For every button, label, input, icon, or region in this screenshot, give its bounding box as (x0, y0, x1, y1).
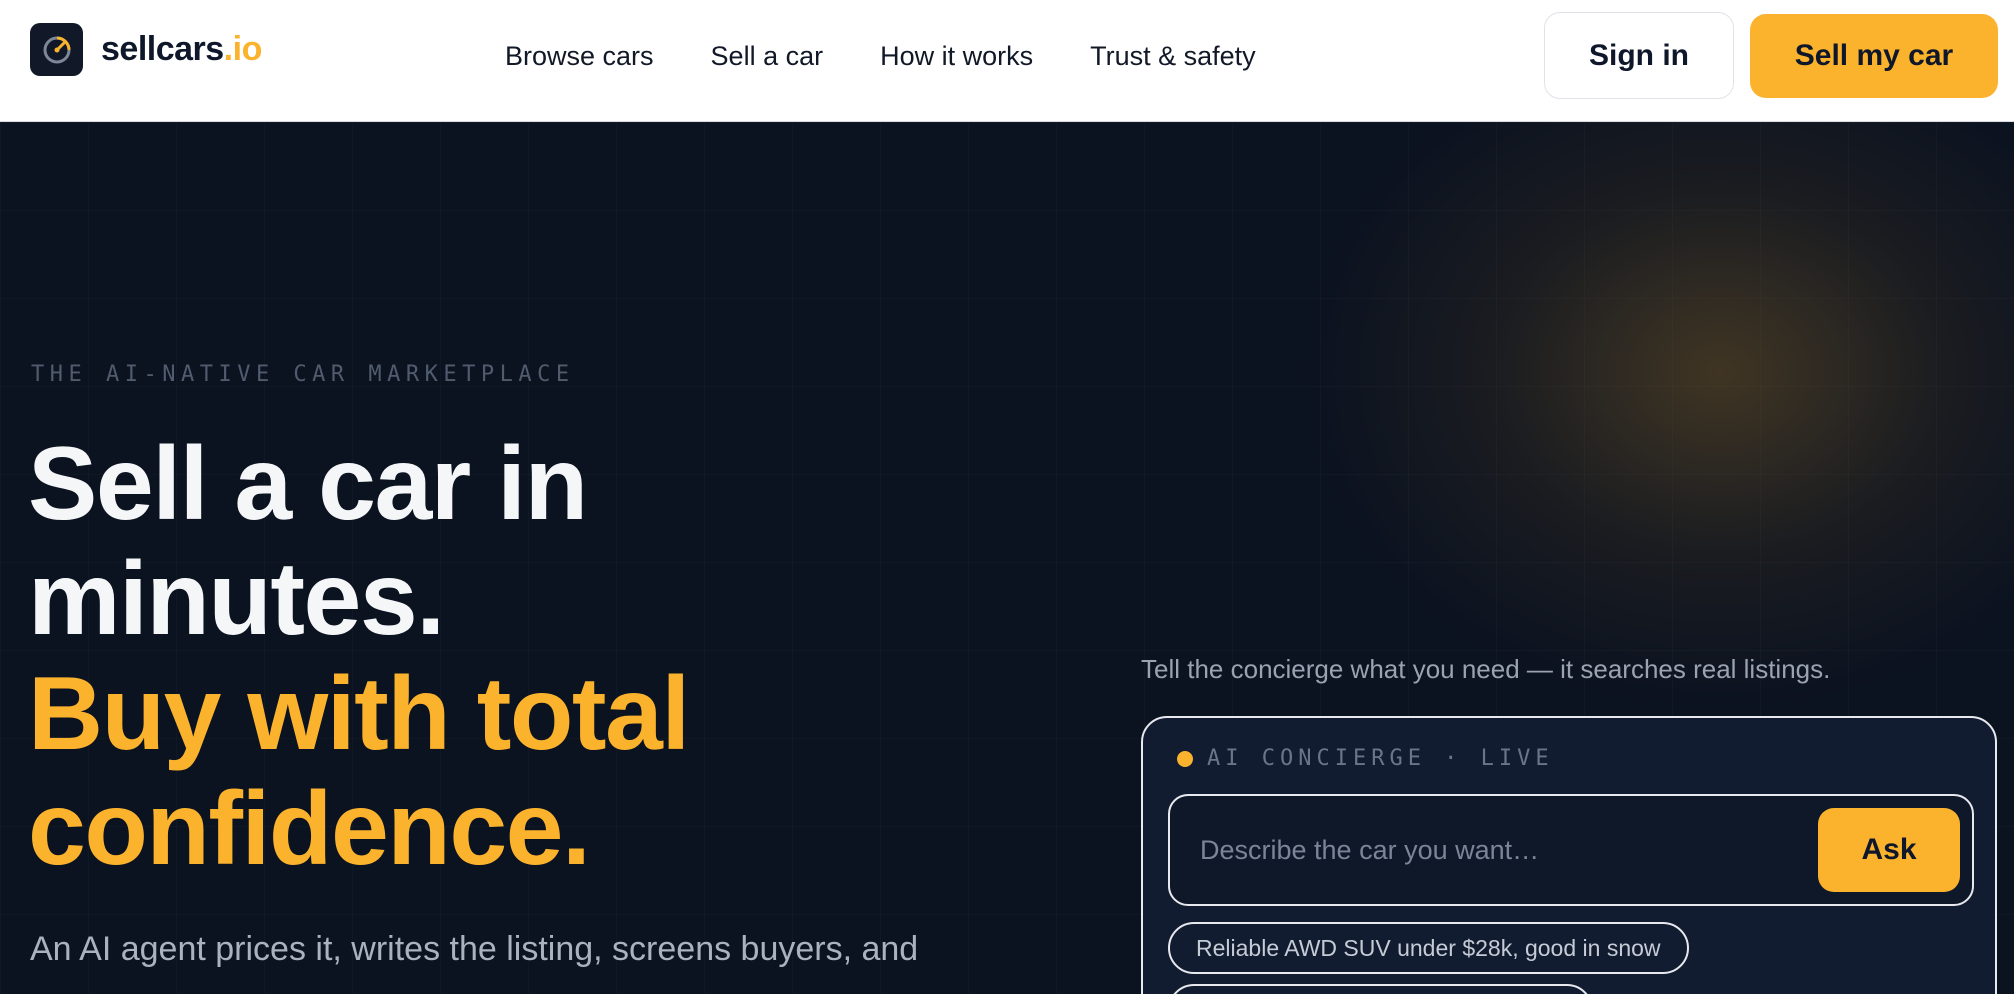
ai-concierge-card: AI CONCIERGE · LIVE Ask Reliable AWD SUV… (1141, 716, 1997, 994)
concierge-search-box: Ask (1168, 794, 1974, 906)
concierge-hint: Tell the concierge what you need — it se… (1141, 654, 1831, 684)
hero-section: THE AI-NATIVE CAR MARKETPLACE Sell a car… (0, 122, 2014, 994)
site-header: sellcars.io Browse cars Sell a car How i… (0, 0, 2014, 122)
nav-how-it-works[interactable]: How it works (880, 38, 1033, 74)
concierge-status-label: AI CONCIERGE · LIVE (1207, 746, 1554, 771)
nav-browse-cars[interactable]: Browse cars (505, 38, 654, 74)
headline-line-2: minutes. (28, 541, 445, 657)
hero-headline: Sell a car in minutes. Buy with total co… (28, 426, 690, 887)
sell-my-car-button[interactable]: Sell my car (1750, 14, 1998, 98)
headline-line-4: confidence. (28, 771, 591, 887)
concierge-input[interactable] (1172, 798, 1812, 902)
sign-in-button[interactable]: Sign in (1544, 12, 1734, 99)
brand-logo[interactable]: sellcars.io (30, 23, 262, 76)
nav-sell-a-car[interactable]: Sell a car (711, 38, 824, 74)
hero-subcopy: An AI agent prices it, writes the listin… (30, 930, 919, 968)
suggestion-chip[interactable]: Reliable AWD SUV under $28k, good in sno… (1168, 922, 1689, 974)
main-nav: Browse cars Sell a car How it works Trus… (505, 38, 1256, 74)
suggestion-chip-partial[interactable] (1168, 984, 1593, 994)
ask-button[interactable]: Ask (1818, 808, 1960, 892)
hero-eyebrow: THE AI-NATIVE CAR MARKETPLACE (31, 362, 575, 387)
brand-name: sellcars.io (101, 30, 262, 68)
headline-line-1: Sell a car in (28, 426, 588, 542)
live-dot-icon (1177, 750, 1193, 767)
headline-line-3: Buy with total (28, 656, 690, 772)
nav-trust-safety[interactable]: Trust & safety (1090, 38, 1256, 74)
speedometer-icon (30, 23, 83, 76)
concierge-status: AI CONCIERGE · LIVE (1177, 746, 1554, 771)
